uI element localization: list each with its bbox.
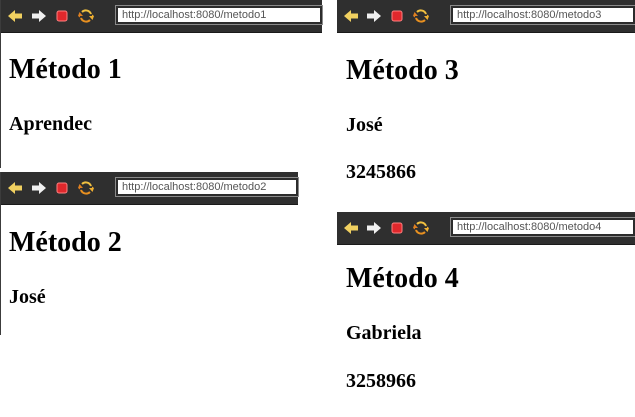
page-title: Método 3	[346, 55, 459, 86]
reload-icon[interactable]	[413, 220, 429, 236]
browser-toolbar: http://localhost:8080/metodo2	[1, 172, 299, 205]
page-title: Método 1	[9, 54, 122, 85]
back-arrow-icon[interactable]	[7, 8, 23, 24]
url-bar[interactable]: http://localhost:8080/metodo1	[115, 5, 323, 25]
forward-arrow-icon[interactable]	[366, 220, 382, 236]
browser-window-metodo3: http://localhost:8080/metodo3 Método 3 J…	[337, 0, 635, 200]
reload-icon[interactable]	[78, 8, 94, 24]
page-text-line: Gabriela	[346, 322, 422, 344]
browser-toolbar: http://localhost:8080/metodo1	[1, 0, 323, 33]
forward-arrow-icon[interactable]	[31, 8, 47, 24]
url-bar[interactable]: http://localhost:8080/metodo4	[450, 217, 635, 237]
stop-icon[interactable]	[54, 180, 70, 196]
browser-window-metodo4: http://localhost:8080/metodo4 Método 4 G…	[337, 212, 635, 417]
browser-toolbar: http://localhost:8080/metodo4	[337, 212, 635, 245]
stop-icon[interactable]	[389, 8, 405, 24]
back-arrow-icon[interactable]	[343, 220, 359, 236]
page-text-line: Aprendec	[9, 113, 92, 135]
page-text-line: José	[9, 286, 46, 308]
stop-icon[interactable]	[389, 220, 405, 236]
page-text-line: José	[346, 114, 383, 136]
back-arrow-icon[interactable]	[343, 8, 359, 24]
page-text-line: 3258966	[346, 370, 416, 392]
page-title: Método 4	[346, 263, 459, 294]
back-arrow-icon[interactable]	[7, 180, 23, 196]
page-title: Método 2	[9, 227, 122, 258]
forward-arrow-icon[interactable]	[31, 180, 47, 196]
url-bar[interactable]: http://localhost:8080/metodo2	[115, 177, 299, 197]
reload-icon[interactable]	[413, 8, 429, 24]
url-bar[interactable]: http://localhost:8080/metodo3	[450, 5, 635, 25]
page-text-line: 3245866	[346, 161, 416, 183]
browser-window-metodo1: http://localhost:8080/metodo1 Método 1 A…	[0, 0, 323, 168]
browser-toolbar: http://localhost:8080/metodo3	[337, 0, 635, 33]
reload-icon[interactable]	[78, 180, 94, 196]
browser-window-metodo2: http://localhost:8080/metodo2 Método 2 J…	[0, 172, 299, 335]
stop-icon[interactable]	[54, 8, 70, 24]
forward-arrow-icon[interactable]	[366, 8, 382, 24]
